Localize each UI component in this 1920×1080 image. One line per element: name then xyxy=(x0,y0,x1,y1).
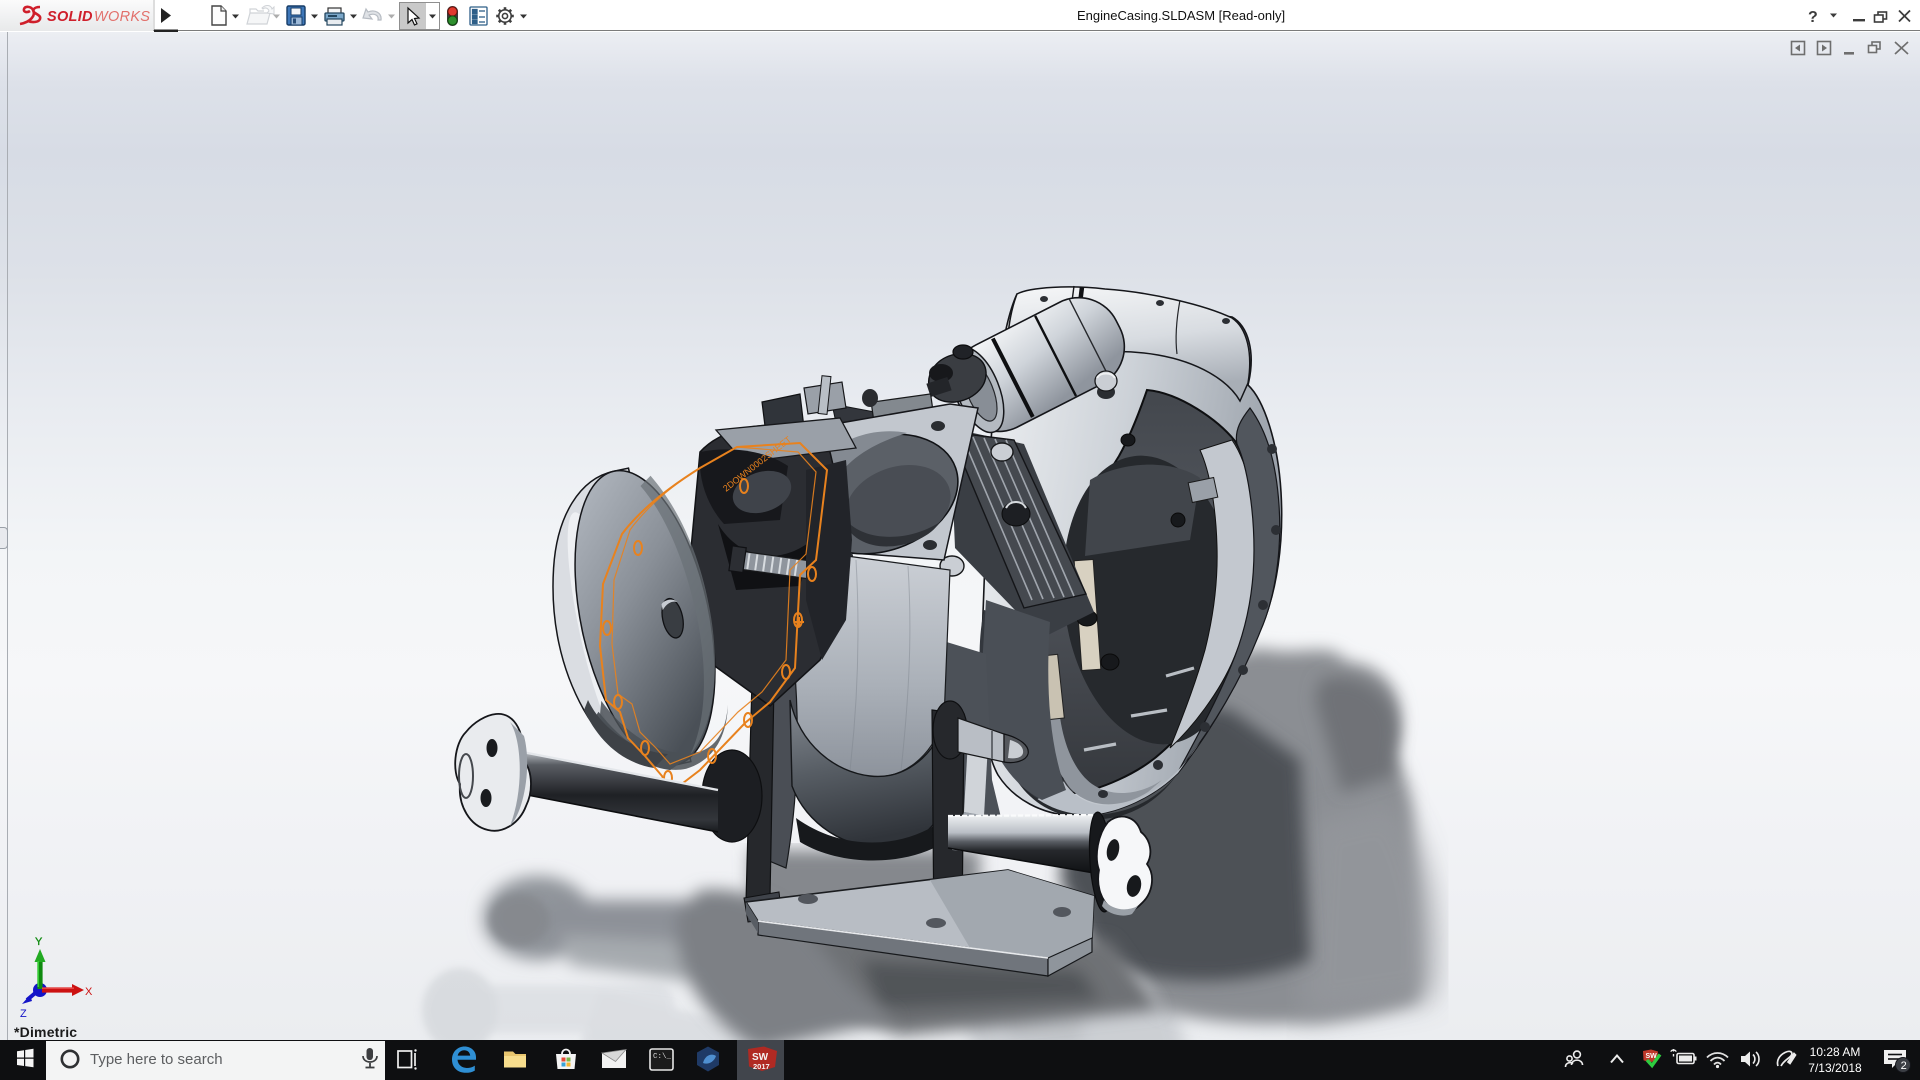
svg-text:WORKS: WORKS xyxy=(94,9,150,25)
svg-text:C:\_: C:\_ xyxy=(653,1053,672,1061)
svg-text:SOLID: SOLID xyxy=(47,9,93,25)
svg-text:2017: 2017 xyxy=(753,1062,770,1071)
svg-text:Z: Z xyxy=(20,1008,27,1020)
svg-text:X: X xyxy=(85,986,93,998)
svg-text:2: 2 xyxy=(1901,1060,1907,1072)
svg-text:Y: Y xyxy=(35,936,43,948)
svg-text:?: ? xyxy=(1808,9,1818,26)
